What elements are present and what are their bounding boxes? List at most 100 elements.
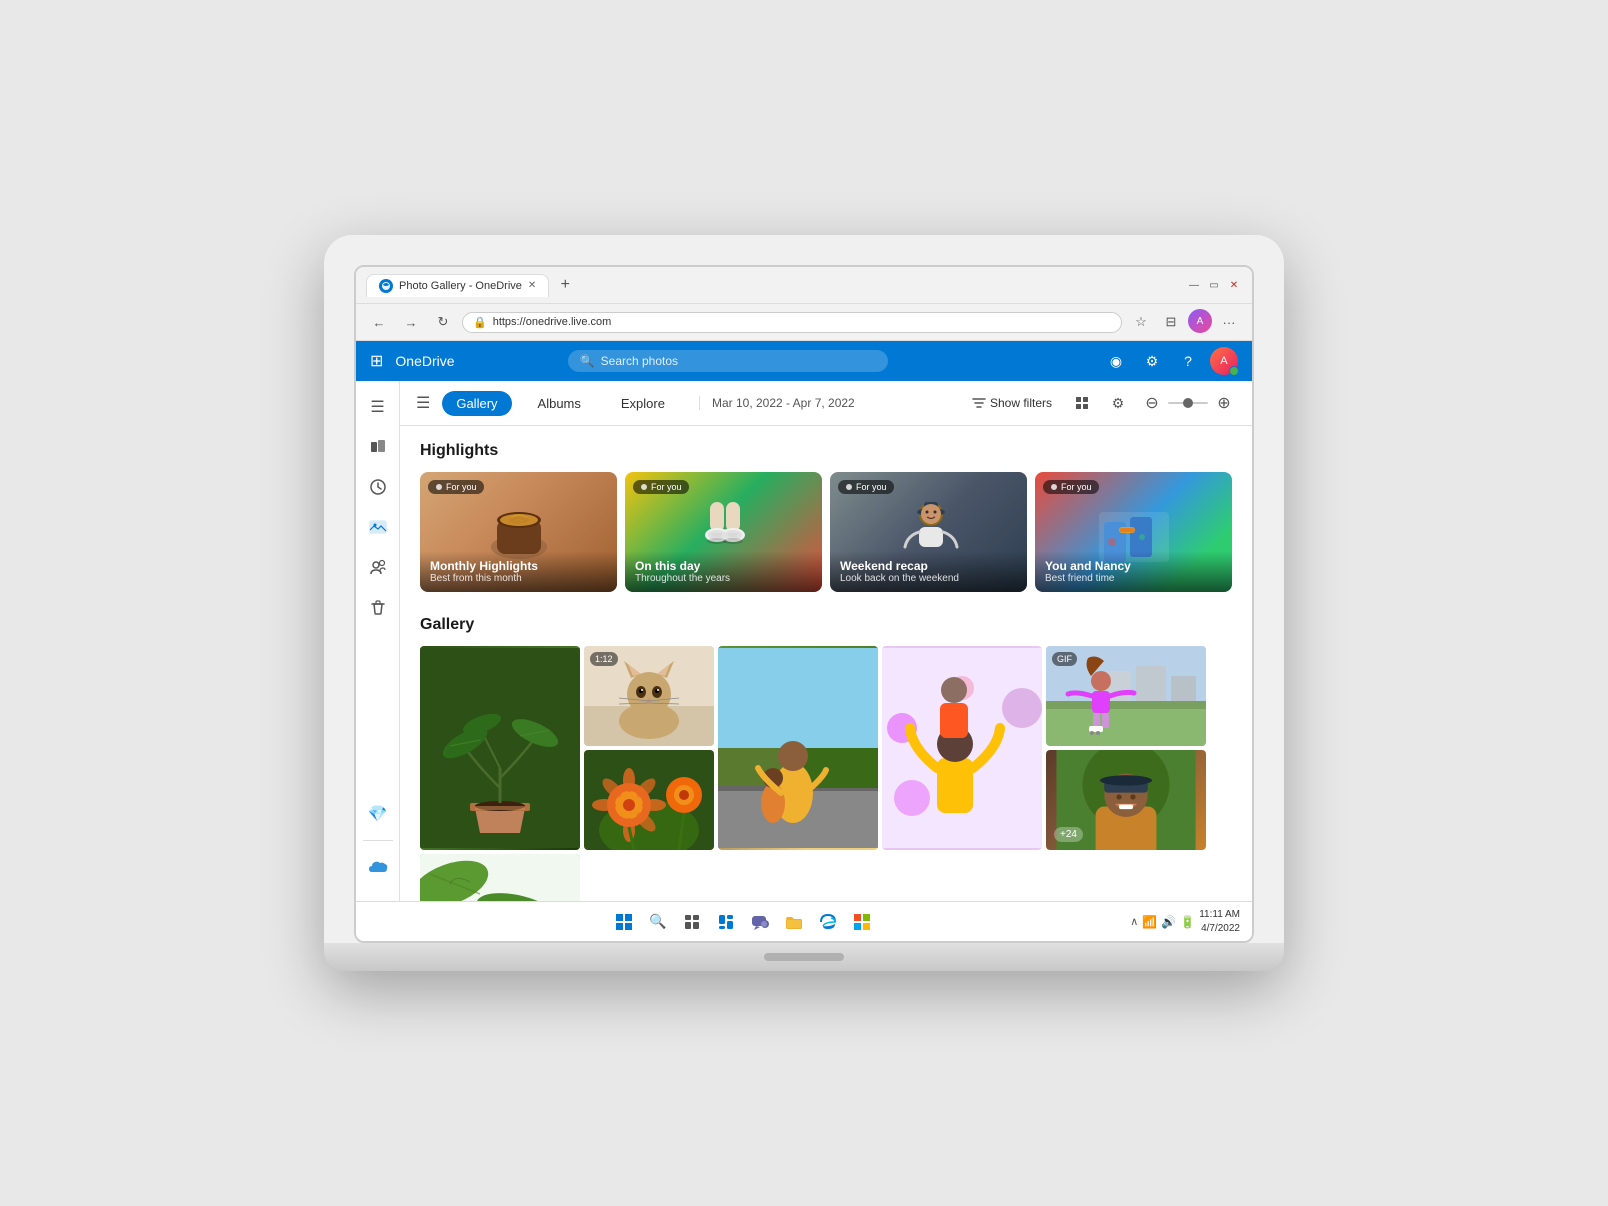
gif-badge: GIF	[1052, 652, 1077, 666]
tab-explore[interactable]: Explore	[607, 391, 679, 416]
sidebar-item-menu[interactable]: ☰	[360, 389, 396, 425]
taskbar-explorer-button[interactable]	[780, 908, 808, 936]
highlight-weekend[interactable]: For you Weekend recap Look back on the w…	[830, 472, 1027, 592]
browser-chrome: Photo Gallery - OneDrive ✕ + — ▭ ✕ ← → ↻…	[356, 267, 1252, 341]
gallery-item-woman-smiling[interactable]: +24	[1046, 750, 1206, 850]
maximize-button[interactable]: ▭	[1206, 277, 1222, 293]
filter-icon	[972, 396, 986, 410]
sidebar-bottom: 💎	[360, 796, 396, 893]
highlights-grid: For you Monthly Highlights Best from thi…	[420, 472, 1232, 592]
settings-button[interactable]: ⚙	[1104, 389, 1132, 417]
highlight-info-1: Monthly Highlights Best from this month	[420, 551, 617, 592]
for-you-badge-4: For you	[1043, 480, 1099, 494]
app-grid-icon[interactable]: ⊞	[370, 351, 383, 371]
taskbar: 🔍	[356, 901, 1252, 941]
count-badge: +24	[1054, 827, 1083, 842]
taskbar-clock[interactable]: 11:11 AM 4/7/2022	[1199, 908, 1240, 936]
collections-icon[interactable]: ⊟	[1158, 309, 1184, 335]
highlight-you-and-nancy[interactable]: For you You and Nancy Best friend time	[1035, 472, 1232, 592]
gallery-item-flowers[interactable]	[584, 750, 714, 850]
search-icon: 🔍	[580, 354, 595, 368]
highlight-monthly[interactable]: For you Monthly Highlights Best from thi…	[420, 472, 617, 592]
app-body: ☰	[356, 381, 1252, 901]
forward-button[interactable]: →	[398, 309, 424, 335]
highlight-title-1: Monthly Highlights	[430, 559, 607, 573]
search-bar[interactable]: 🔍 Search photos	[568, 350, 888, 372]
for-you-badge-2: For you	[633, 480, 689, 494]
taskbar-store-button[interactable]	[848, 908, 876, 936]
window-controls: — ▭ ✕	[1186, 277, 1242, 293]
gallery-item-plant[interactable]	[420, 646, 580, 850]
taskbar-expand-icon[interactable]: ∧	[1130, 915, 1138, 928]
close-button[interactable]: ✕	[1226, 277, 1242, 293]
address-bar[interactable]: 🔒 https://onedrive.live.com	[462, 312, 1122, 333]
sidebar-premium-icon[interactable]: 💎	[360, 796, 396, 832]
new-tab-button[interactable]: +	[553, 273, 577, 297]
highlight-title-4: You and Nancy	[1045, 559, 1222, 573]
back-button[interactable]: ←	[366, 309, 392, 335]
gallery-item-rollerblade[interactable]: GIF	[1046, 646, 1206, 746]
sidebar-item-recent[interactable]	[360, 469, 396, 505]
taskbar-edge-button[interactable]	[814, 908, 842, 936]
favorites-icon[interactable]: ☆	[1128, 309, 1154, 335]
tab-close-button[interactable]: ✕	[528, 280, 536, 291]
help-icon[interactable]: ?	[1174, 347, 1202, 375]
gallery-item-family[interactable]	[718, 646, 878, 850]
zoom-slider[interactable]	[1168, 402, 1208, 404]
nav-right: Show filters ⚙ ⊖	[964, 389, 1236, 417]
active-tab[interactable]: Photo Gallery - OneDrive ✕	[366, 274, 549, 297]
sidebar-cloud-icon[interactable]	[360, 849, 396, 885]
highlight-on-this-day[interactable]: For you On this day Throughout the years	[625, 472, 822, 592]
view-switch-button[interactable]	[1068, 389, 1096, 417]
gallery-item-lifting[interactable]	[882, 646, 1042, 850]
taskbar-time: 11:11 AM	[1199, 908, 1240, 922]
browser-more-icon[interactable]: ···	[1216, 309, 1242, 335]
flowers-art	[584, 750, 714, 850]
zoom-slider-handle[interactable]	[1183, 398, 1193, 408]
content-area: Highlights	[400, 426, 1252, 901]
lifting-art	[882, 646, 1042, 850]
taskbar-chat-button[interactable]	[746, 908, 774, 936]
browser-actions: ☆ ⊟ A ···	[1128, 309, 1242, 335]
taskbar-start-button[interactable]	[610, 908, 638, 936]
refresh-button[interactable]: ↻	[430, 309, 456, 335]
for-you-badge-1: For you	[428, 480, 484, 494]
hamburger-button[interactable]: ☰	[416, 393, 430, 413]
sidebar-item-files[interactable]	[360, 429, 396, 465]
url-text: https://onedrive.live.com	[493, 316, 612, 328]
taskbar-wifi-icon: 📶	[1142, 915, 1157, 929]
tab-title: Photo Gallery - OneDrive	[399, 280, 522, 292]
app-header: ⊞ OneDrive 🔍 Search photos ◉ ⚙ ? A	[356, 341, 1252, 381]
zoom-out-button[interactable]: ⊖	[1140, 391, 1164, 415]
show-filters-label: Show filters	[990, 396, 1052, 410]
gallery-item-leaves[interactable]	[420, 854, 580, 901]
sidebar-item-photos[interactable]	[360, 509, 396, 545]
browser-titlebar: Photo Gallery - OneDrive ✕ + — ▭ ✕	[356, 267, 1252, 304]
browser-navbar: ← → ↻ 🔒 https://onedrive.live.com ☆ ⊟ A …	[356, 304, 1252, 341]
taskbar-taskview-button[interactable]	[678, 908, 706, 936]
taskbar-battery-icon: 🔋	[1180, 915, 1195, 929]
zoom-control: ⊖ ⊕	[1140, 391, 1236, 415]
sidebar-item-trash[interactable]	[360, 589, 396, 625]
tab-albums[interactable]: Albums	[524, 391, 595, 416]
taskbar-widgets-button[interactable]	[712, 908, 740, 936]
tab-gallery[interactable]: Gallery	[442, 391, 511, 416]
show-filters-button[interactable]: Show filters	[964, 392, 1060, 414]
user-avatar[interactable]: A	[1210, 347, 1238, 375]
highlight-subtitle-4: Best friend time	[1045, 573, 1222, 584]
highlight-info-3: Weekend recap Look back on the weekend	[830, 551, 1027, 592]
settings-icon[interactable]: ⚙	[1138, 347, 1166, 375]
browser-profile-avatar[interactable]: A	[1188, 309, 1212, 333]
taskbar-search-button[interactable]: 🔍	[644, 908, 672, 936]
network-icon[interactable]: ◉	[1102, 347, 1130, 375]
sidebar-item-shared[interactable]	[360, 549, 396, 585]
leaves-art	[420, 854, 580, 901]
zoom-in-button[interactable]: ⊕	[1212, 391, 1236, 415]
taskbar-sound-icon: 🔊	[1161, 915, 1176, 929]
date-range: Mar 10, 2022 - Apr 7, 2022	[699, 396, 855, 410]
avatar-status-badge	[1229, 366, 1239, 376]
highlight-info-2: On this day Throughout the years	[625, 551, 822, 592]
gallery-item-cat[interactable]: 1:12	[584, 646, 714, 746]
minimize-button[interactable]: —	[1186, 277, 1202, 293]
gallery-title: Gallery	[420, 616, 1232, 634]
